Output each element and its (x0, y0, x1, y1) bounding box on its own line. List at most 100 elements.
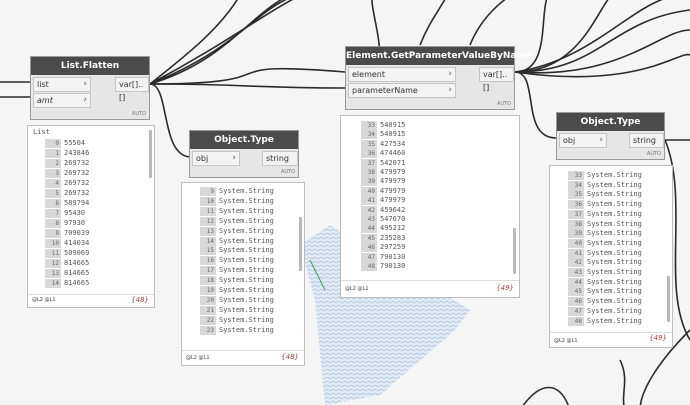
list-levels[interactable]: @L2 @L1 (554, 338, 578, 344)
list-index: 48 (361, 262, 377, 271)
lacing-indicator[interactable]: AUTO (281, 169, 295, 175)
list-value: 540915 (380, 130, 406, 139)
input-port-parametername[interactable]: parameterName › (348, 83, 456, 98)
list-item: 44 System.String (568, 277, 642, 287)
list-item: 4 269732 (45, 179, 89, 188)
list-item: 47 790130 (361, 252, 405, 262)
list-value: System.String (219, 325, 274, 334)
port-label: element (352, 70, 385, 79)
list-value: System.String (587, 229, 642, 238)
list-index: 16 (200, 256, 216, 266)
get-parameter-preview[interactable]: 33 540915 34 540915 35 427534 36 474460 37 542071… (340, 115, 520, 298)
list-item: 39 479979 (361, 177, 406, 187)
input-port-list[interactable]: list › (33, 77, 91, 92)
list-index: 39 (568, 229, 584, 239)
lacing-indicator[interactable]: AUTO (132, 111, 146, 117)
list-value: System.String (587, 316, 642, 325)
list-index: 34 (361, 130, 377, 140)
list-item: 22 System.String (200, 315, 274, 325)
preview-scrollbar[interactable] (149, 130, 152, 178)
list-index: 19 (200, 286, 216, 295)
list-item: 12 System.String (200, 216, 274, 226)
list-item: 18 System.String (200, 276, 274, 286)
list-index: 22 (200, 315, 216, 325)
list-item: 21 System.String (200, 305, 274, 315)
list-item: 38 System.String (568, 219, 642, 229)
input-port-obj[interactable]: obj › (559, 133, 607, 148)
list-value: System.String (587, 287, 642, 296)
input-port-amt[interactable]: amt › (33, 93, 91, 108)
port-label: var[]..[] (119, 80, 144, 102)
list-value: 269732 (64, 159, 90, 167)
list-value: 297259 (380, 243, 406, 252)
list-index: 45 (361, 233, 377, 243)
node-title: List.Flatten (31, 57, 149, 75)
list-value: 414034 (64, 239, 90, 247)
output-port-string[interactable]: string (262, 151, 298, 166)
list-item: 1 243846 (45, 149, 89, 158)
object-type-preview-2[interactable]: 33 System.String 34 System.String 35 System.S… (549, 165, 673, 348)
port-label: amt (37, 96, 53, 105)
list-item: 13 814665 (45, 269, 89, 278)
chevron-right-icon: › (83, 79, 87, 89)
list-value: System.String (219, 206, 274, 215)
list-index: 42 (361, 205, 377, 215)
list-index: 6 (45, 199, 61, 208)
list-index: 45 (568, 287, 584, 297)
list-value: System.String (587, 248, 642, 257)
list-value: 269732 (64, 189, 90, 197)
input-port-obj[interactable]: obj › (192, 151, 240, 166)
list-item: 19 System.String (200, 286, 274, 295)
list-index: 11 (45, 249, 61, 258)
list-index: 5 (45, 189, 61, 198)
list-flatten-preview[interactable]: List 0 55504 1 243846 2 269732 3 269732 4 269732 5… (27, 125, 155, 308)
object-type-preview[interactable]: 9 System.String 10 System.String 11 System.St… (181, 182, 305, 366)
list-value: System.String (587, 171, 642, 179)
list-item: 35 System.String (568, 190, 642, 200)
divider (28, 294, 154, 295)
list-value: 814665 (64, 259, 90, 267)
object-type-node-2[interactable]: Object.Type obj › string AUTO (556, 112, 665, 160)
get-parameter-node[interactable]: Element.GetParameterValueByName element ›… (345, 46, 532, 110)
list-levels[interactable]: @L2 @L1 (345, 286, 369, 292)
list-index: 17 (200, 266, 216, 276)
list-levels[interactable]: @L2 @L1 (32, 297, 56, 303)
list-value: System.String (219, 266, 274, 275)
list-item: 47 System.String (568, 306, 642, 316)
list-index: 41 (568, 248, 584, 258)
node-title: Object.Type (557, 113, 664, 131)
list-index: 48 (568, 316, 584, 326)
item-count: {49} (496, 284, 514, 292)
lacing-indicator[interactable]: AUTO (647, 151, 661, 157)
list-index: 12 (45, 259, 61, 268)
port-label: parameterName (352, 86, 418, 95)
list-index: 9 (200, 187, 216, 196)
list-flatten-node[interactable]: List.Flatten list › amt › var[]..[] AUTO (30, 56, 150, 120)
list-index: 18 (200, 276, 216, 286)
object-type-node[interactable]: Object.Type obj › string AUTO (189, 130, 299, 178)
list-index: 9 (45, 229, 61, 238)
preview-scrollbar[interactable] (299, 217, 302, 271)
list-item: 34 System.String (568, 180, 642, 190)
list-item: 33 540915 (361, 121, 405, 130)
list-item: 40 479979 (361, 186, 405, 196)
list-value: System.String (219, 256, 274, 265)
list-value: System.String (219, 216, 274, 225)
lacing-indicator[interactable]: AUTO (497, 101, 511, 107)
list-item: 40 System.String (568, 238, 642, 248)
preview-scrollbar[interactable] (513, 228, 516, 274)
list-value: System.String (587, 297, 642, 306)
list-item: 14 System.String (200, 236, 274, 246)
output-port-string[interactable]: string (629, 133, 664, 148)
output-port-var[interactable]: var[]..[] (115, 77, 149, 102)
input-port-element[interactable]: element › (348, 67, 456, 82)
list-levels[interactable]: @L2 @L1 (186, 355, 210, 361)
list-value: 479979 (380, 177, 406, 186)
list-item: 23 System.String (200, 325, 274, 335)
preview-scrollbar[interactable] (667, 276, 670, 322)
list-item: 45 235283 (361, 233, 405, 243)
list-item: 17 System.String (200, 266, 274, 276)
list-value: System.String (219, 246, 274, 255)
output-port-var[interactable]: var[]..[] (479, 67, 514, 92)
list-item: 43 System.String (568, 268, 642, 277)
